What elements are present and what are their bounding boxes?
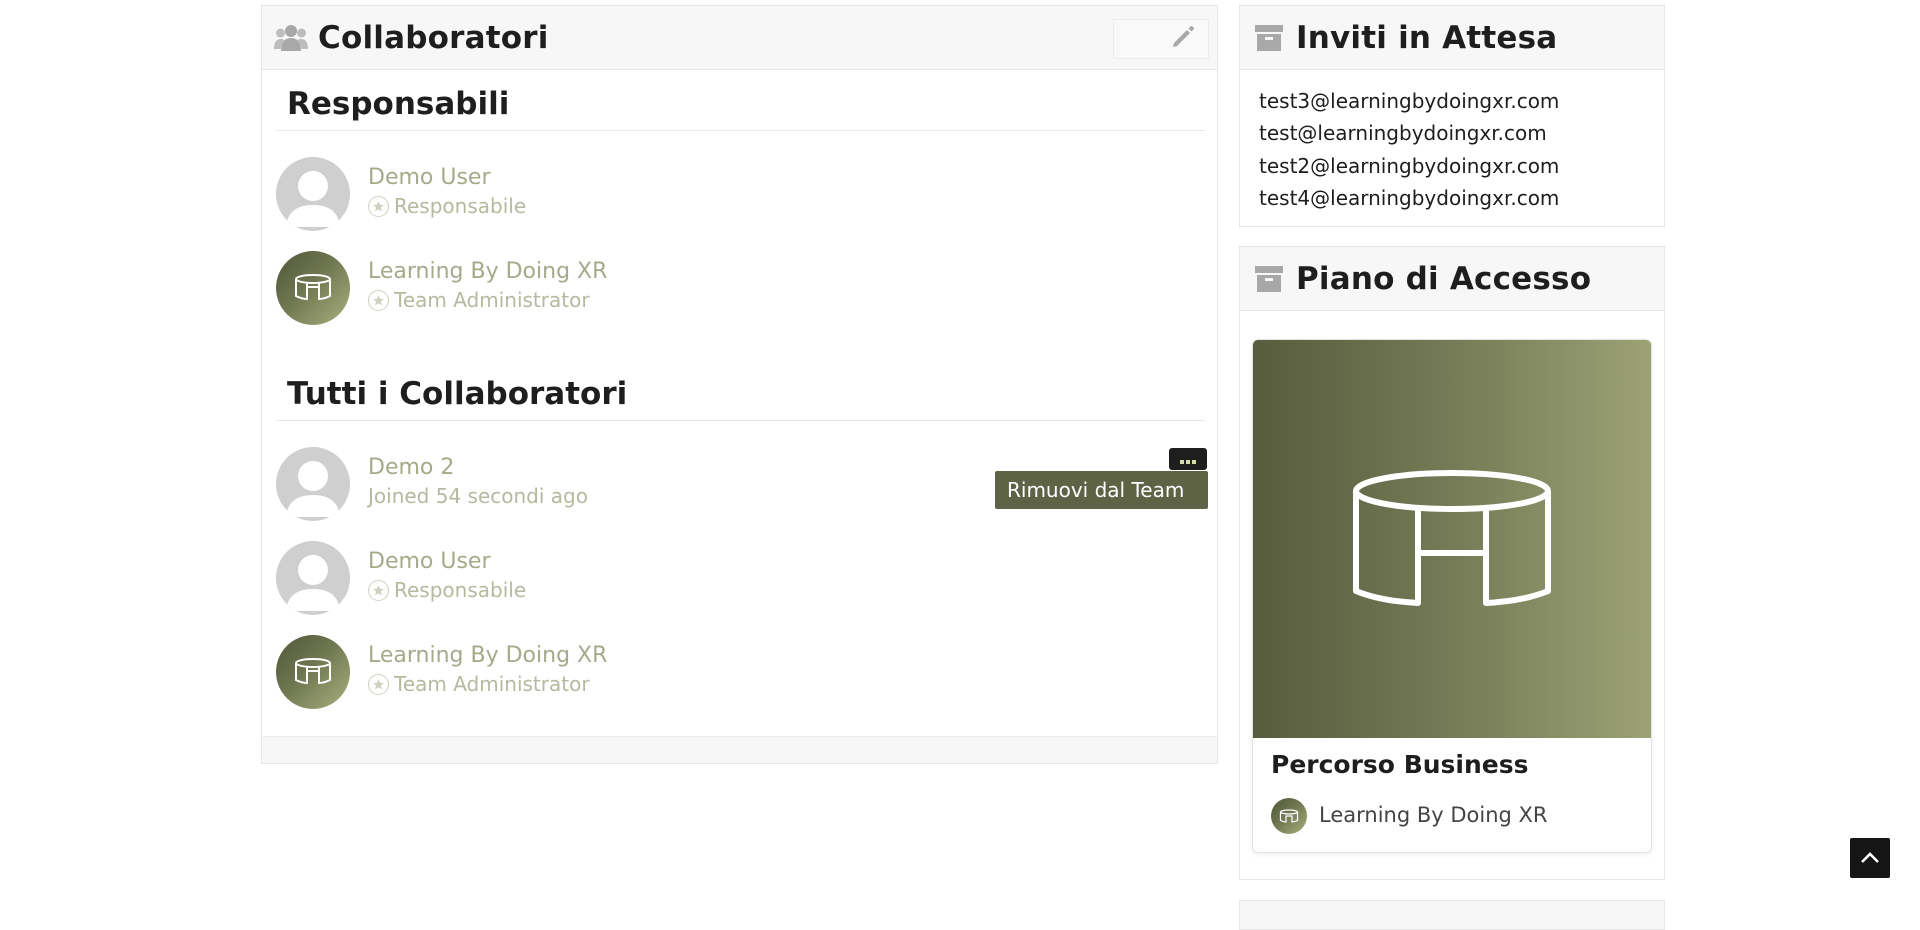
member-role-label: Team Administrator <box>394 288 590 312</box>
member-item[interactable]: Learning By Doing XR Team Administrator <box>276 251 876 327</box>
member-menu-button[interactable] <box>1169 448 1207 470</box>
invite-email: test@learningbydoingxr.com <box>1259 121 1547 145</box>
brand-logo-avatar <box>1271 798 1307 834</box>
invite-email: test2@learningbydoingxr.com <box>1259 154 1560 178</box>
star-icon <box>368 579 389 601</box>
invites-header: Inviti in Attesa <box>1240 6 1664 70</box>
default-avatar <box>276 541 350 615</box>
member-item[interactable]: Demo User Responsabile <box>276 541 876 617</box>
star-icon <box>368 673 389 695</box>
plan-owner-name[interactable]: Learning By Doing XR <box>1319 803 1548 827</box>
member-role-label: Responsabile <box>394 578 527 602</box>
invites-title: Inviti in Attesa <box>1296 19 1558 56</box>
default-avatar <box>276 447 350 521</box>
access-plan-title: Piano di Accesso <box>1296 260 1592 297</box>
default-avatar <box>276 157 350 231</box>
next-panel-header <box>1239 900 1665 930</box>
invite-email: test4@learningbydoingxr.com <box>1259 186 1560 210</box>
member-role: Team Administrator <box>368 288 590 312</box>
member-role-label: Team Administrator <box>394 672 590 696</box>
member-name[interactable]: Demo 2 <box>368 455 454 480</box>
member-joined: Joined 54 secondi ago <box>368 484 588 508</box>
brand-logo-icon <box>1352 467 1552 611</box>
member-name[interactable]: Demo User <box>368 549 491 574</box>
plan-cover-image[interactable] <box>1253 340 1651 738</box>
panel-footer <box>262 736 1217 763</box>
remove-from-team-menu-item[interactable]: Rimuovi dal Team <box>995 471 1208 509</box>
access-plan-panel: Piano di Accesso Percorso Business Learn… <box>1239 246 1665 880</box>
star-icon <box>368 289 389 311</box>
invite-email: test3@learningbydoingxr.com <box>1259 89 1560 113</box>
pencil-icon <box>1170 24 1196 54</box>
access-plan-header: Piano di Accesso <box>1240 247 1664 311</box>
member-role: Responsabile <box>368 578 526 602</box>
users-icon <box>274 21 308 55</box>
member-name[interactable]: Learning By Doing XR <box>368 643 607 668</box>
member-item[interactable]: Demo 2 Joined 54 secondi ago <box>276 447 876 523</box>
member-item[interactable]: Learning By Doing XR Team Administrator <box>276 635 876 711</box>
archive-icon <box>1252 262 1286 296</box>
scroll-to-top-button[interactable] <box>1850 838 1890 878</box>
section-divider <box>276 130 1205 131</box>
chevron-up-icon <box>1860 849 1880 868</box>
collaborators-panel: Collaboratori Responsabili Demo User Res… <box>261 5 1218 764</box>
star-icon <box>368 195 389 217</box>
all-collaborators-section-title: Tutti i Collaboratori <box>287 376 628 412</box>
edit-button[interactable] <box>1113 19 1209 59</box>
member-role: Team Administrator <box>368 672 590 696</box>
managers-section-title: Responsabili <box>287 86 510 122</box>
brand-logo-avatar <box>276 635 350 709</box>
pending-invites-panel: Inviti in Attesa test3@learningbydoingxr… <box>1239 5 1665 227</box>
archive-icon <box>1252 21 1286 55</box>
collaborators-header: Collaboratori <box>262 6 1217 70</box>
collaborators-title: Collaboratori <box>318 19 549 56</box>
section-divider <box>276 420 1205 421</box>
brand-logo-avatar <box>276 251 350 325</box>
plan-title[interactable]: Percorso Business <box>1271 750 1529 779</box>
member-name[interactable]: Demo User <box>368 165 491 190</box>
member-name[interactable]: Learning By Doing XR <box>368 259 607 284</box>
member-role-label: Responsabile <box>394 194 527 218</box>
plan-card[interactable]: Percorso Business Learning By Doing XR <box>1252 339 1652 853</box>
member-item[interactable]: Demo User Responsabile <box>276 157 876 233</box>
member-role: Responsabile <box>368 194 526 218</box>
ellipsis-icon <box>1180 450 1196 469</box>
